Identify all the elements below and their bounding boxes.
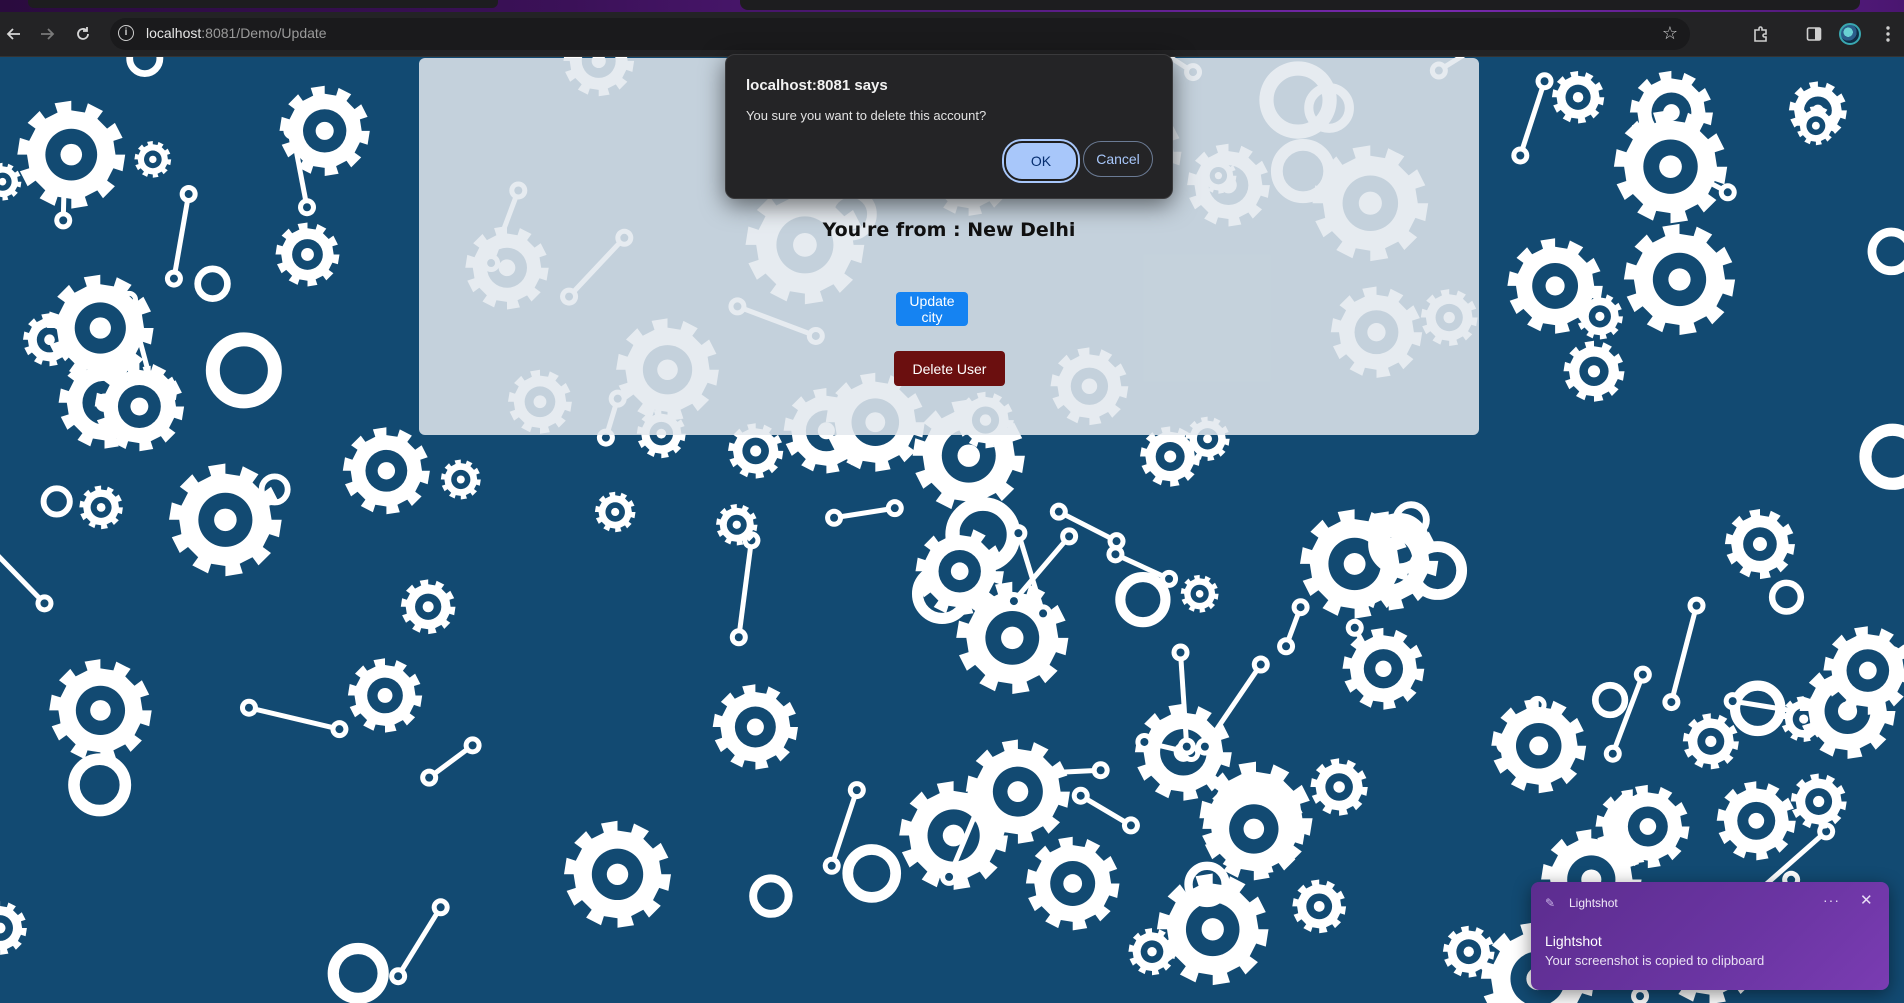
browser-tab[interactable]: [28, 0, 498, 8]
address-bar[interactable]: i localhost:8081/Demo/Update ☆: [110, 18, 1690, 50]
url-text[interactable]: localhost:8081/Demo/Update: [146, 25, 327, 41]
more-options-icon[interactable]: ···: [1823, 892, 1840, 908]
browser-toolbar: i localhost:8081/Demo/Update ☆: [0, 12, 1904, 57]
puzzle-icon[interactable]: [1747, 20, 1775, 48]
toast-app-name: Lightshot: [1569, 896, 1618, 910]
star-icon[interactable]: ☆: [1662, 23, 1678, 44]
toast-title: Lightshot: [1545, 933, 1602, 949]
dialog-title: localhost:8081 says: [746, 77, 888, 94]
forward-arrow-icon[interactable]: [33, 20, 61, 48]
ok-button[interactable]: OK: [1004, 141, 1078, 181]
tab-strip: [0, 0, 1904, 12]
dialog-message: You sure you want to delete this account…: [746, 108, 987, 123]
avatar[interactable]: [1836, 20, 1864, 48]
feather-icon: ✎: [1545, 896, 1556, 910]
lightshot-notification[interactable]: ✎ Lightshot ··· ✕ Lightshot Your screens…: [1531, 882, 1889, 990]
cancel-button[interactable]: Cancel: [1083, 141, 1153, 177]
info-icon[interactable]: i: [118, 25, 134, 41]
kebab-menu-icon[interactable]: [1874, 20, 1902, 48]
delete-user-button[interactable]: Delete User: [894, 351, 1005, 386]
confirm-dialog: localhost:8081 says You sure you want to…: [725, 54, 1173, 199]
back-arrow-icon[interactable]: [0, 20, 28, 48]
city-heading: You're from : New Delhi: [822, 219, 1076, 241]
close-icon[interactable]: ✕: [1860, 891, 1873, 909]
reload-icon[interactable]: [69, 20, 97, 48]
update-city-button[interactable]: Update city: [896, 292, 968, 326]
toast-body: Your screenshot is copied to clipboard: [1545, 953, 1765, 968]
browser-tab[interactable]: [740, 0, 1860, 10]
side-panel-icon[interactable]: [1800, 20, 1828, 48]
